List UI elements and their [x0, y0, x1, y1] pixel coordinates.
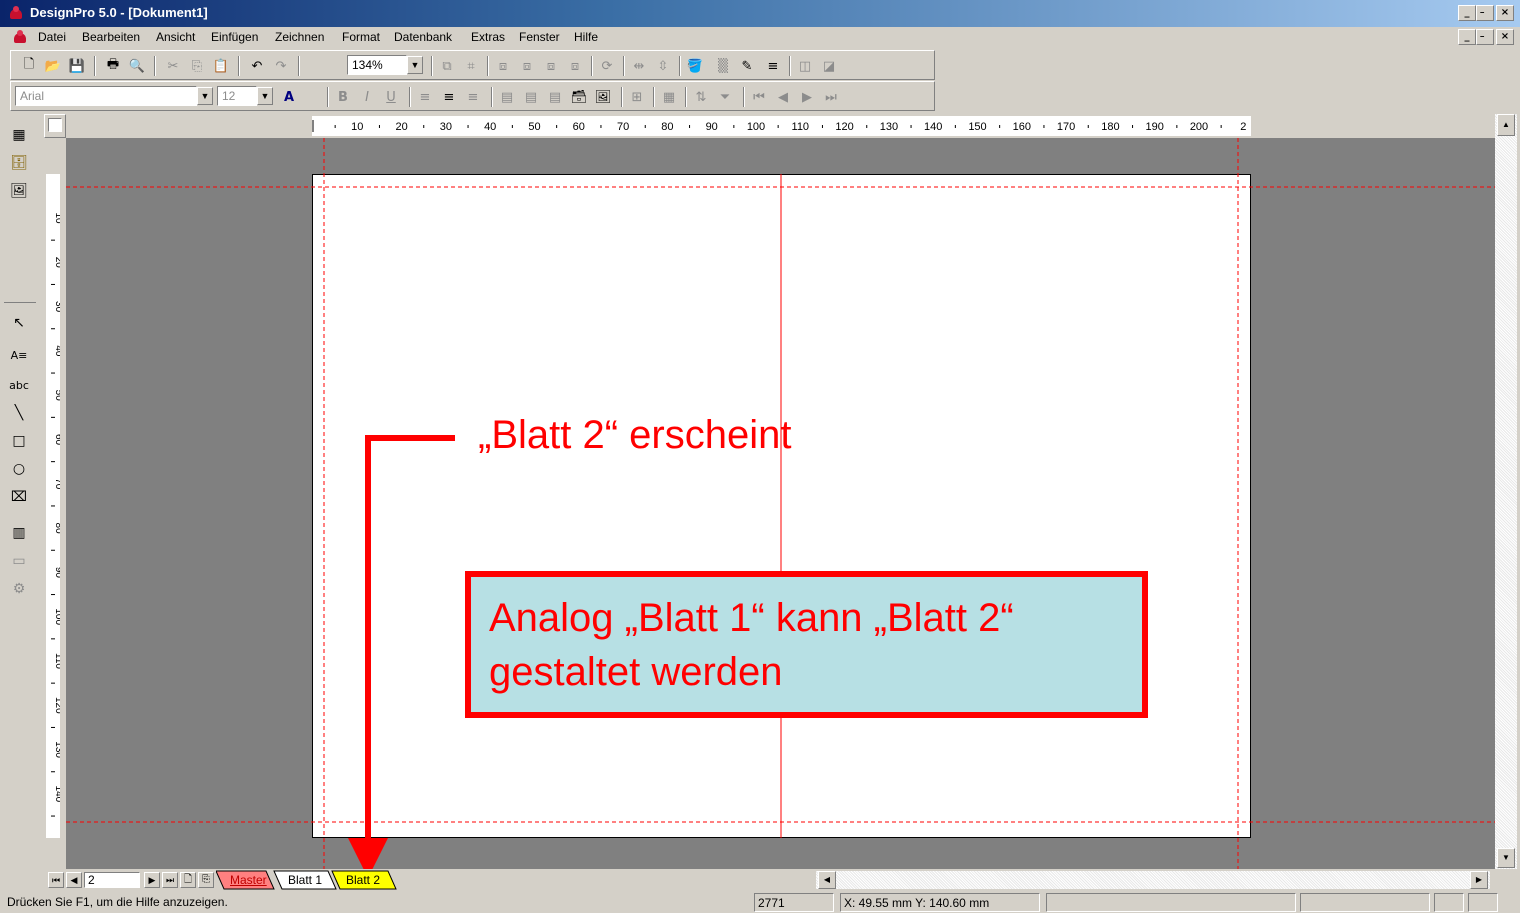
last-page-button[interactable]: ⏭ [162, 872, 178, 888]
page-number-value: 2 [88, 873, 95, 887]
add-page-icon[interactable]: 🗋 [180, 872, 196, 888]
scroll-left-button[interactable]: ◀ [818, 871, 836, 889]
status-panel-empty-2 [1300, 893, 1430, 912]
next-page-button[interactable]: ▶ [144, 872, 160, 888]
annotation-arrow-line [365, 435, 455, 848]
previous-page-button[interactable]: ◀ [66, 872, 82, 888]
help-text: Drücken Sie F1, um die Hilfe anzuzeigen. [7, 895, 228, 909]
cursor-coordinates: X: 49.55 mm Y: 140.60 mm [840, 893, 1040, 912]
status-bar: Drücken Sie F1, um die Hilfe anzuzeigen.… [0, 891, 1520, 913]
scroll-up-button[interactable]: ▲ [1497, 114, 1515, 136]
status-panel-empty-4 [1468, 893, 1498, 912]
annotation-callout: Analog „Blatt 1“ kann „Blatt 2“ gestalte… [465, 571, 1148, 718]
vertical-scrollbar[interactable]: ▲ ▼ [1495, 114, 1517, 869]
scroll-right-button[interactable]: ▶ [1470, 871, 1488, 889]
copy-page-icon[interactable]: ⎘ [198, 872, 214, 888]
status-panel-empty [1046, 893, 1296, 912]
annotation-label: „Blatt 2“ erscheint [478, 413, 792, 457]
tab-blatt-2[interactable]: Blatt 2 [346, 873, 380, 887]
horizontal-scrollbar[interactable]: ◀ ▶ [816, 871, 1490, 889]
status-panel-empty-3 [1434, 893, 1464, 912]
object-count: 2771 [754, 893, 834, 912]
sheet-tab-strip: ⏮ ◀ 2 ▶ ⏭ 🗋 ⎘ Master Blatt 1 Blatt 2 ◀ ▶ [44, 869, 1517, 891]
tab-blatt-1[interactable]: Blatt 1 [288, 873, 322, 887]
tab-master[interactable]: Master [230, 873, 267, 887]
callout-text: Analog „Blatt 1“ kann „Blatt 2“ gestalte… [489, 596, 1014, 694]
scroll-down-button[interactable]: ▼ [1497, 848, 1515, 868]
first-page-button[interactable]: ⏮ [48, 872, 64, 888]
page-number-field[interactable]: 2 [84, 872, 140, 888]
